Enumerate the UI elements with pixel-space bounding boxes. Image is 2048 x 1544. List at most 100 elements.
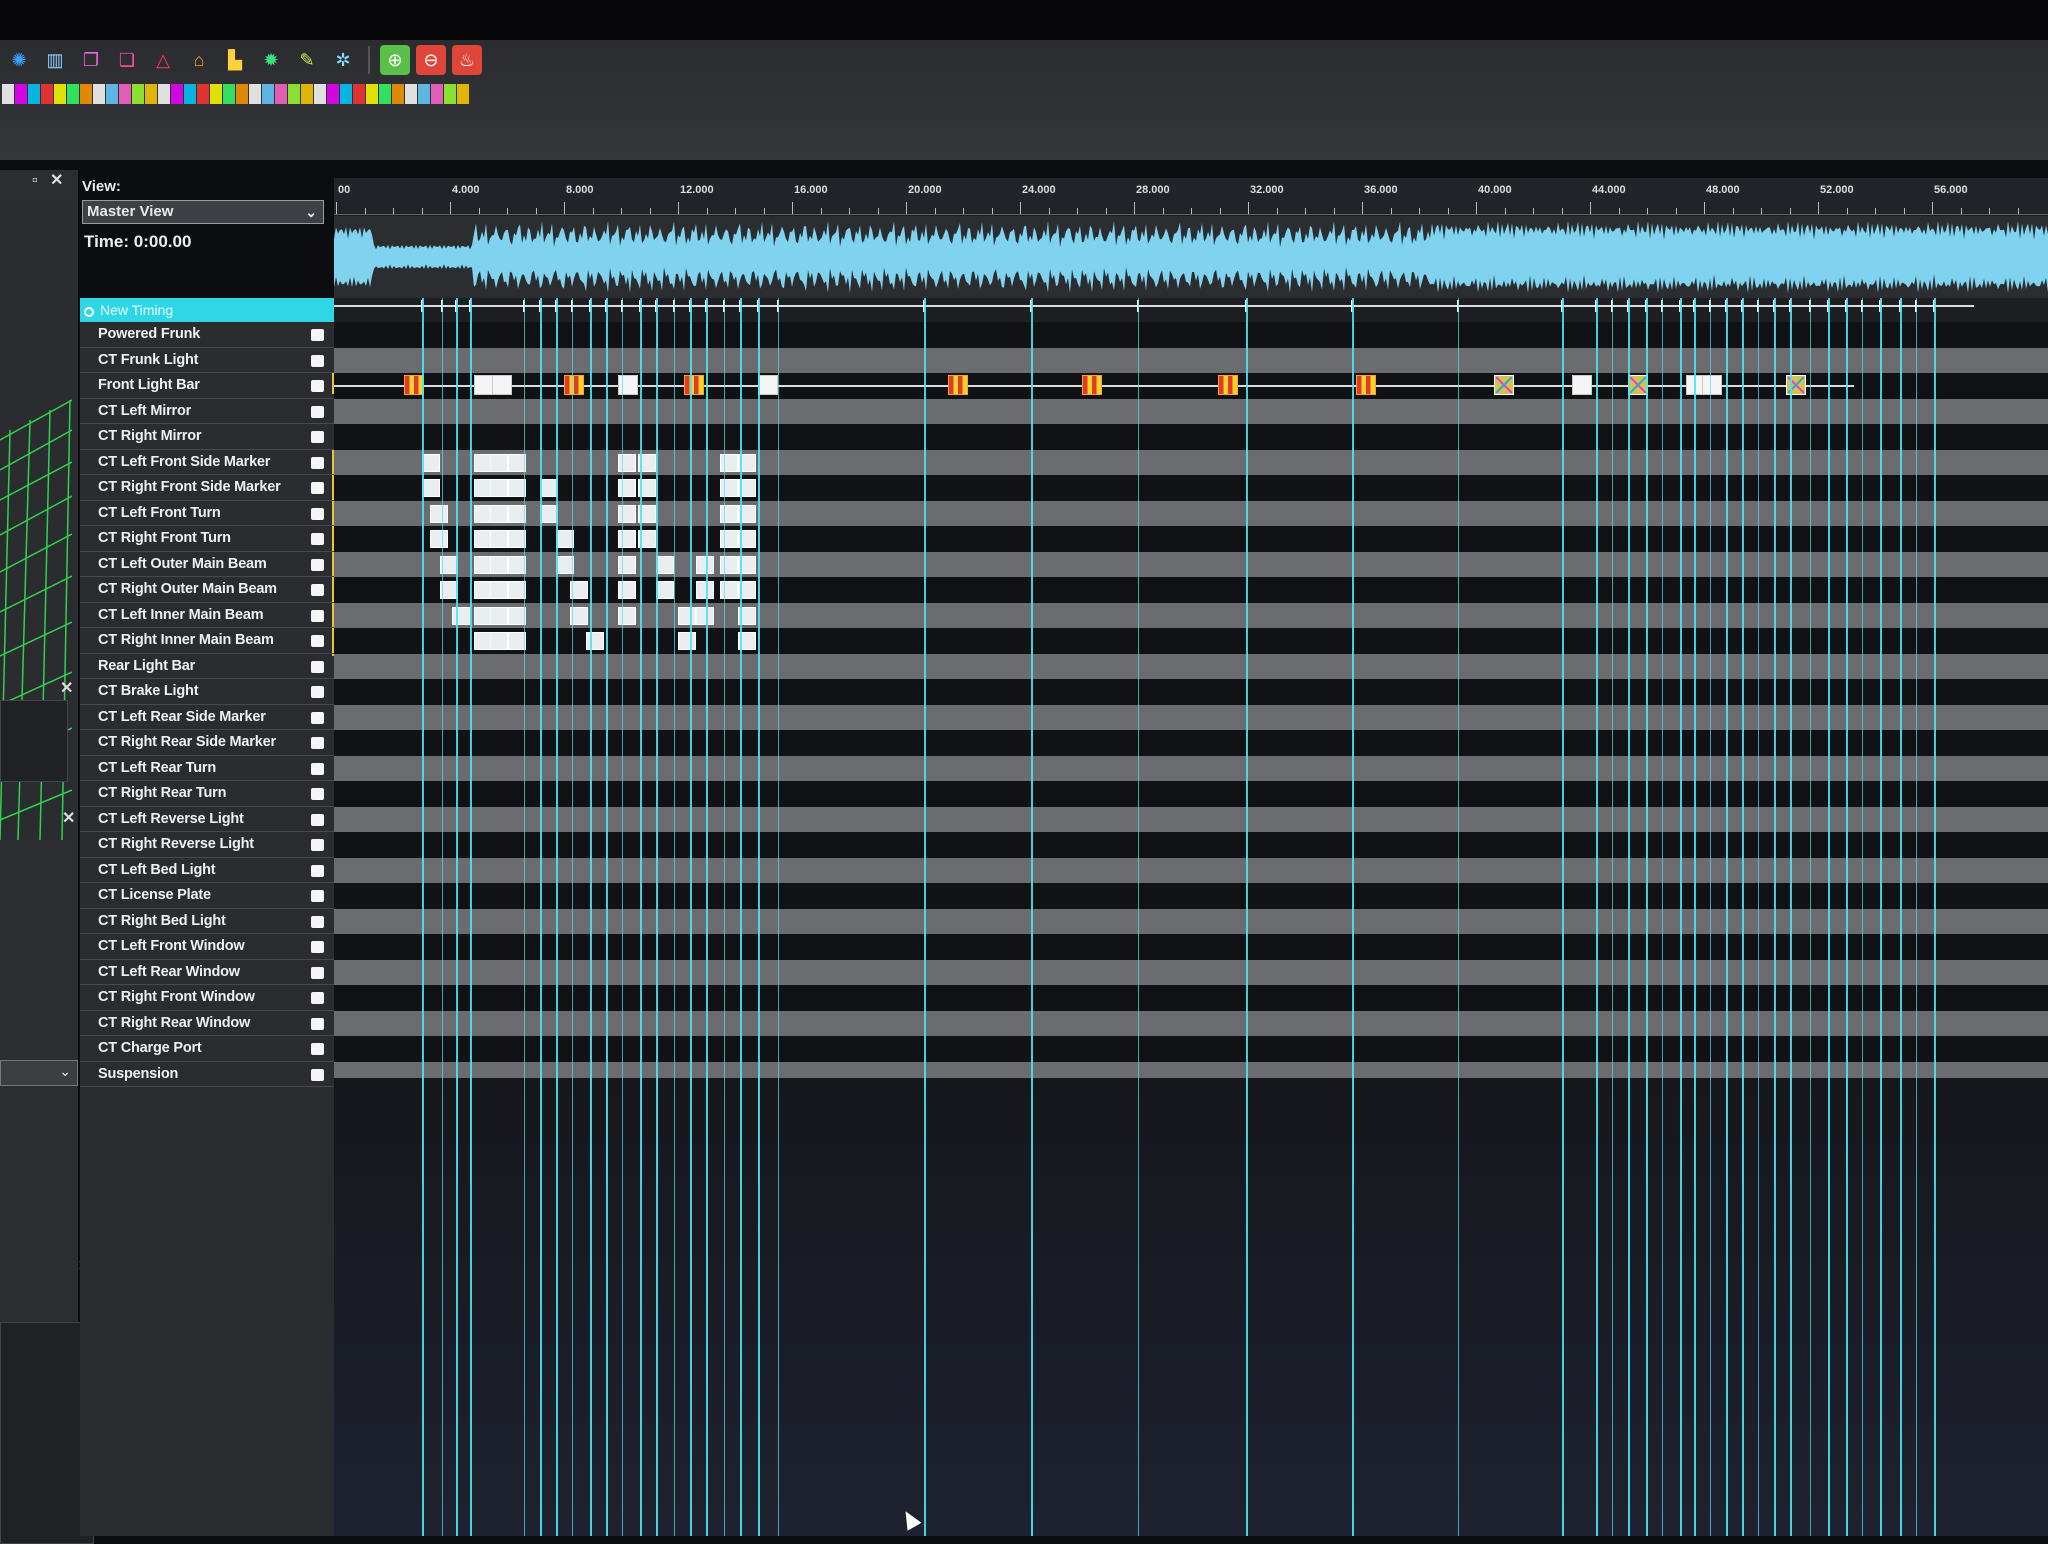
- track-checkbox[interactable]: [311, 711, 324, 724]
- effect-tool-icon[interactable]: [275, 84, 287, 104]
- track-row[interactable]: CT Left Front Side Marker: [80, 450, 334, 475]
- track-row[interactable]: CT Charge Port: [80, 1036, 334, 1062]
- track-row[interactable]: CT Right Mirror: [80, 424, 334, 450]
- pipe-icon[interactable]: ▙: [220, 45, 250, 75]
- track-row[interactable]: CT Left Front Turn: [80, 501, 334, 526]
- track-row[interactable]: CT Left Rear Side Marker: [80, 705, 334, 730]
- home-icon[interactable]: ⌂: [184, 45, 214, 75]
- track-row[interactable]: CT Right Front Window: [80, 985, 334, 1011]
- effect-block[interactable]: [948, 375, 968, 395]
- effect-block[interactable]: [696, 606, 714, 625]
- effect-tool-icon[interactable]: [15, 84, 27, 104]
- timing-track-header[interactable]: New Timing: [80, 298, 334, 322]
- effect-tool-icon[interactable]: [405, 84, 417, 104]
- effect-block[interactable]: [564, 375, 584, 395]
- paste-icon[interactable]: ❏: [112, 45, 142, 75]
- effect-block[interactable]: [490, 555, 508, 574]
- track-checkbox[interactable]: [311, 584, 324, 596]
- effect-block[interactable]: [618, 581, 636, 599]
- effect-tool-icon[interactable]: [444, 84, 456, 104]
- effect-block[interactable]: [696, 555, 714, 574]
- track-row[interactable]: CT Frunk Light: [80, 348, 334, 373]
- track-checkbox[interactable]: [311, 456, 324, 469]
- effect-tool-icon[interactable]: [158, 84, 170, 104]
- effect-tool-icon[interactable]: [28, 84, 40, 104]
- triangle-icon[interactable]: △: [148, 45, 178, 75]
- track-checkbox[interactable]: [311, 482, 324, 494]
- track-row[interactable]: CT Brake Light: [80, 679, 334, 705]
- effect-tool-icon[interactable]: [184, 84, 196, 104]
- effect-tool-icon[interactable]: [353, 84, 365, 104]
- track-row[interactable]: CT Right Front Turn: [80, 526, 334, 552]
- effect-block[interactable]: [696, 581, 714, 599]
- effect-tool-icon[interactable]: [171, 84, 183, 104]
- effect-block[interactable]: [1572, 375, 1592, 395]
- track-checkbox[interactable]: [311, 966, 324, 979]
- track-checkbox[interactable]: [311, 660, 324, 673]
- effect-tool-icon[interactable]: [366, 84, 378, 104]
- track-checkbox[interactable]: [311, 609, 324, 622]
- track-checkbox[interactable]: [311, 762, 324, 775]
- effect-tool-icon[interactable]: [236, 84, 248, 104]
- effect-tool-icon[interactable]: [327, 84, 339, 104]
- effect-block[interactable]: [474, 375, 494, 395]
- track-row[interactable]: CT Right Outer Main Beam: [80, 577, 334, 603]
- close-icon[interactable]: ✕: [50, 170, 63, 190]
- effect-block[interactable]: [404, 375, 424, 395]
- effect-block[interactable]: [490, 479, 508, 497]
- effect-tool-icon[interactable]: [54, 84, 66, 104]
- track-row[interactable]: CT Right Inner Main Beam: [80, 628, 334, 654]
- track-checkbox[interactable]: [311, 1017, 324, 1030]
- effect-block[interactable]: [1356, 375, 1376, 395]
- effect-block[interactable]: [618, 504, 636, 523]
- side-dropdown[interactable]: ⌄: [0, 1060, 78, 1086]
- effect-tool-icon[interactable]: [119, 84, 131, 104]
- effect-block[interactable]: [490, 504, 508, 523]
- track-row[interactable]: CT Left Outer Main Beam: [80, 552, 334, 577]
- effect-block[interactable]: [678, 606, 696, 625]
- effect-block[interactable]: [492, 375, 512, 395]
- view-select[interactable]: Master View ⌄: [82, 200, 324, 224]
- track-row[interactable]: Front Light Bar: [80, 373, 334, 399]
- effect-block[interactable]: [618, 606, 636, 625]
- track-row[interactable]: CT Left Bed Light: [80, 858, 334, 883]
- effect-tool-icon[interactable]: [197, 84, 209, 104]
- zoom-out-icon[interactable]: ⊖: [416, 45, 446, 75]
- track-checkbox[interactable]: [311, 686, 324, 698]
- effect-block[interactable]: [758, 375, 778, 395]
- track-checkbox[interactable]: [311, 915, 324, 928]
- fire-icon[interactable]: ♨: [452, 45, 482, 75]
- effect-block[interactable]: [678, 632, 696, 650]
- track-checkbox[interactable]: [311, 329, 324, 341]
- effect-tool-icon[interactable]: [262, 84, 274, 104]
- effect-block[interactable]: [1628, 375, 1648, 395]
- track-row[interactable]: CT Left Rear Turn: [80, 756, 334, 781]
- effect-block[interactable]: [490, 632, 508, 650]
- track-checkbox[interactable]: [311, 431, 324, 443]
- gear-blue-icon[interactable]: ✺: [4, 45, 34, 75]
- effect-block[interactable]: [618, 530, 636, 548]
- effect-tool-icon[interactable]: [431, 84, 443, 104]
- effect-block[interactable]: [720, 555, 738, 574]
- effect-tool-icon[interactable]: [210, 84, 222, 104]
- track-checkbox[interactable]: [311, 558, 324, 571]
- zoom-in-icon[interactable]: ⊕: [380, 45, 410, 75]
- effect-tool-icon[interactable]: [93, 84, 105, 104]
- effect-block[interactable]: [618, 375, 638, 395]
- track-checkbox[interactable]: [311, 354, 324, 367]
- effect-block[interactable]: [1218, 375, 1238, 395]
- effect-tool-icon[interactable]: [418, 84, 430, 104]
- effect-tool-icon[interactable]: [80, 84, 92, 104]
- track-row[interactable]: CT License Plate: [80, 883, 334, 909]
- track-row[interactable]: CT Right Front Side Marker: [80, 475, 334, 501]
- effect-block[interactable]: [490, 453, 508, 472]
- effect-block[interactable]: [422, 479, 440, 497]
- sun-icon[interactable]: ✹: [256, 45, 286, 75]
- effect-tool-icon[interactable]: [301, 84, 313, 104]
- effect-tool-icon[interactable]: [132, 84, 144, 104]
- track-checkbox[interactable]: [311, 507, 324, 520]
- effect-tool-icon[interactable]: [288, 84, 300, 104]
- track-row[interactable]: Suspension: [80, 1062, 334, 1087]
- track-checkbox[interactable]: [311, 405, 324, 418]
- effect-block[interactable]: [490, 606, 508, 625]
